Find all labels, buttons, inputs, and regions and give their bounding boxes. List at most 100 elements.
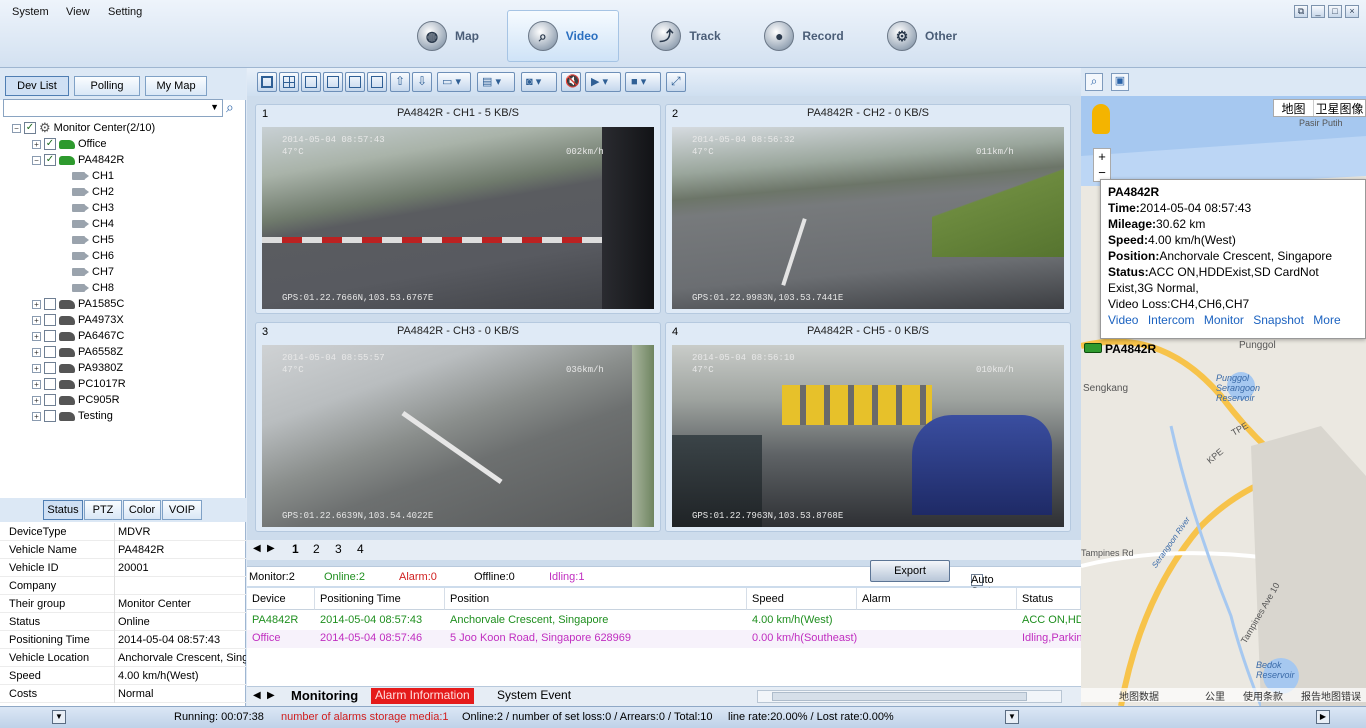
nav-other-button[interactable]: ⚙ Other (866, 10, 978, 62)
expand-bottom-icon[interactable]: ▼ (1005, 710, 1019, 724)
map-save-icon[interactable]: ▣ (1111, 73, 1129, 91)
tree-vehicle-pa9380z[interactable]: + PA9380Z (32, 360, 123, 376)
bottom-prev-icon[interactable]: ◀ (253, 690, 261, 701)
map-search-icon[interactable]: ⌕ (1085, 73, 1103, 91)
checkbox[interactable] (44, 298, 56, 310)
aspect-ratio-dropdown[interactable]: ▭ ▾ (437, 72, 471, 92)
tree-vehicle-testing[interactable]: + Testing (32, 408, 113, 424)
dropdown-arrow-icon[interactable]: ▼ (210, 102, 219, 112)
stop-icon[interactable]: ■ ▾ (625, 72, 661, 92)
video-feed-ch5[interactable]: 2014-05-04 08:56:10 47°C 010km/h GPS:01.… (672, 345, 1064, 527)
grid-header-speed[interactable]: Speed (747, 588, 857, 610)
checkbox[interactable] (44, 346, 56, 358)
fullscreen-icon[interactable]: ⤢ (666, 72, 686, 92)
collapse-icon[interactable]: − (12, 123, 21, 133)
grid-header-alarm[interactable]: Alarm (857, 588, 1017, 610)
checkbox[interactable] (44, 314, 56, 326)
page-tab-1[interactable]: 1 (292, 542, 299, 558)
tree-channel-ch8[interactable]: CH8 (72, 280, 114, 296)
tab-ptz[interactable]: PTZ (84, 500, 122, 520)
tree-channel-ch1[interactable]: CH1 (72, 168, 114, 184)
tree-vehicle-pc905r[interactable]: + PC905R (32, 392, 120, 408)
tab-dev-list[interactable]: Dev List (5, 76, 69, 96)
map-terms-link[interactable]: 使用条款 (1243, 688, 1283, 703)
video-panel-1[interactable]: 1 PA4842R - CH1 - 5 KB/S 2014-05-04 08:5… (255, 104, 661, 314)
tree-vehicle-pa6467c[interactable]: + PA6467C (32, 328, 124, 344)
popup-link-snapshot[interactable]: Snapshot (1253, 313, 1304, 327)
checkbox[interactable] (44, 394, 56, 406)
tree-channel-ch5[interactable]: CH5 (72, 232, 114, 248)
tree-vehicle-office[interactable]: + ✓ Office (32, 136, 107, 152)
map-type-map[interactable]: 地图 (1274, 100, 1314, 116)
snapshot-camera-icon[interactable]: ◙ ▾ (521, 72, 557, 92)
menu-view[interactable]: View (66, 6, 90, 18)
mute-speaker-icon[interactable]: 🔇 (561, 72, 581, 92)
popup-link-monitor[interactable]: Monitor (1204, 313, 1244, 327)
page-tab-4[interactable]: 4 (357, 542, 364, 558)
zoom-in-button[interactable]: + (1094, 149, 1110, 165)
video-feed-ch2[interactable]: 2014-05-04 08:56:32 47°C 011km/h GPS:01.… (672, 127, 1064, 309)
grid-header-device[interactable]: Device (247, 588, 315, 610)
table-row[interactable]: PA4842R 2014-05-04 08:57:43 Anchorvale Cre… (247, 612, 1081, 630)
tree-vehicle-pa4842r[interactable]: − ✓ PA4842R (32, 152, 124, 168)
expand-left-icon[interactable]: ▼ (52, 710, 66, 724)
tree-vehicle-pa6558z[interactable]: + PA6558Z (32, 344, 123, 360)
export-button[interactable]: Export (870, 560, 950, 582)
tab-color[interactable]: Color (123, 500, 161, 520)
checkbox[interactable] (44, 330, 56, 342)
grid-header-status[interactable]: Status (1017, 588, 1081, 610)
restore-window-button[interactable]: ⧉ (1294, 5, 1308, 18)
popup-link-more[interactable]: More (1313, 313, 1340, 327)
expand-icon[interactable]: + (32, 347, 41, 357)
tree-vehicle-pa4973x[interactable]: + PA4973X (32, 312, 124, 328)
menu-system[interactable]: System (12, 6, 49, 18)
tab-status[interactable]: Status (43, 500, 83, 520)
layout-8-button[interactable] (323, 72, 343, 92)
search-icon[interactable]: ⌕ (226, 99, 244, 117)
play-icon[interactable]: ▶ ▾ (585, 72, 621, 92)
map-type-control[interactable]: 地图 卫星图像 (1273, 99, 1366, 117)
street-view-pegman-icon[interactable] (1092, 104, 1110, 134)
checkbox[interactable]: ✓ (44, 138, 56, 150)
scrollbar-thumb[interactable] (772, 692, 1027, 701)
expand-icon[interactable]: + (32, 139, 41, 149)
tree-channel-ch6[interactable]: CH6 (72, 248, 114, 264)
page-tab-2[interactable]: 2 (313, 542, 320, 558)
video-feed-ch1[interactable]: 2014-05-04 08:57:43 47°C 002km/h GPS:01.… (262, 127, 654, 309)
expand-icon[interactable]: + (32, 395, 41, 405)
window-mode-dropdown[interactable]: ▤ ▾ (477, 72, 515, 92)
video-panel-3[interactable]: 3 PA4842R - CH3 - 0 KB/S 2014-05-04 08:5… (255, 322, 661, 532)
device-search-input[interactable]: ▼ (3, 99, 223, 117)
expand-icon[interactable]: + (32, 331, 41, 341)
maximize-window-button[interactable]: □ (1328, 5, 1342, 18)
layout-16-button[interactable] (367, 72, 387, 92)
video-feed-ch3[interactable]: 2014-05-04 08:55:57 47°C 036km/h GPS:01.… (262, 345, 654, 527)
tab-monitoring[interactable]: Monitoring (291, 688, 358, 703)
previous-page-icon[interactable]: ⇧ (390, 72, 410, 92)
expand-icon[interactable]: + (32, 315, 41, 325)
checkbox[interactable]: ✓ (24, 122, 36, 134)
map-type-satellite[interactable]: 卫星图像 (1314, 100, 1365, 116)
video-panel-4[interactable]: 4 PA4842R - CH5 - 0 KB/S 2014-05-04 08:5… (665, 322, 1071, 532)
tree-channel-ch7[interactable]: CH7 (72, 264, 114, 280)
tree-channel-ch2[interactable]: CH2 (72, 184, 114, 200)
expand-icon[interactable]: + (32, 379, 41, 389)
video-panel-2[interactable]: 2 PA4842R - CH2 - 0 KB/S 2014-05-04 08:5… (665, 104, 1071, 314)
map-report-link[interactable]: 报告地图错误 (1301, 688, 1361, 703)
page-tab-3[interactable]: 3 (335, 542, 342, 558)
checkbox[interactable] (44, 378, 56, 390)
grid-header-positioning-time[interactable]: Positioning Time (315, 588, 445, 610)
close-window-button[interactable]: × (1345, 5, 1359, 18)
tab-alarm-information[interactable]: Alarm Information (371, 688, 474, 704)
expand-icon[interactable]: + (32, 363, 41, 373)
tree-root[interactable]: − ✓ ⚙ Monitor Center(2/10) (12, 120, 155, 136)
tree-vehicle-pc1017r[interactable]: + PC1017R (32, 376, 126, 392)
tab-system-event[interactable]: System Event (497, 688, 571, 702)
checkbox[interactable] (44, 362, 56, 374)
popup-link-video[interactable]: Video (1108, 313, 1138, 327)
popup-link-intercom[interactable]: Intercom (1148, 313, 1195, 327)
horizontal-scrollbar[interactable] (757, 690, 1062, 703)
layout-4-button[interactable] (279, 72, 299, 92)
tree-vehicle-pa1585c[interactable]: + PA1585C (32, 296, 124, 312)
tree-channel-ch4[interactable]: CH4 (72, 216, 114, 232)
